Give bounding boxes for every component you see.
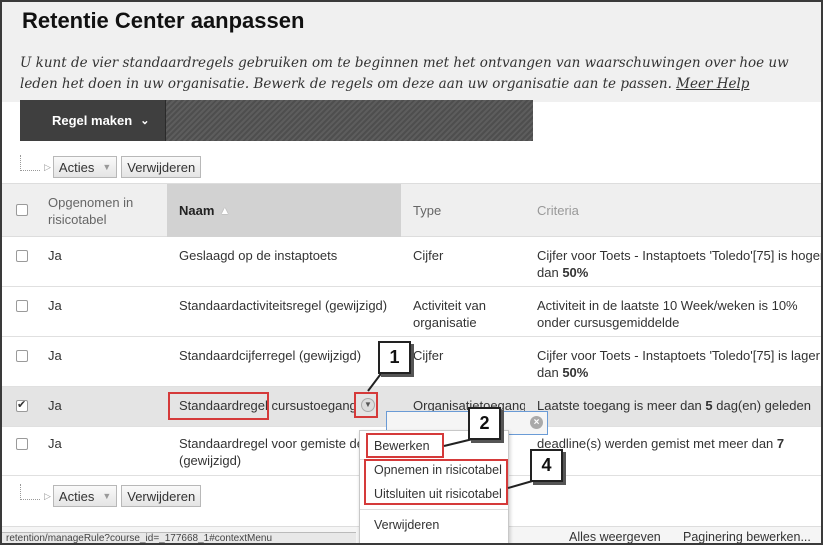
row-opgenomen: Ja	[48, 398, 62, 413]
criteria-text-post: dag(en) geleden	[712, 398, 811, 413]
col-opgenomen-line2: risicotabel	[48, 211, 107, 227]
app-window: Retentie Center aanpassen U kunt de vier…	[0, 0, 823, 545]
regel-maken-button[interactable]: Regel maken ⌄	[20, 100, 166, 141]
col-opgenomen-line1: Opgenomen in	[48, 194, 134, 210]
row-checkbox[interactable]	[16, 350, 28, 362]
chevron-down-icon: ▼	[102, 491, 112, 501]
list-actions-top: ▷ Acties ▼ Verwijderen	[20, 154, 205, 180]
criteria-text: dan	[537, 365, 563, 380]
callout-1: 1	[378, 341, 411, 374]
type-line2: organisatie	[413, 315, 477, 330]
menu-divider	[360, 509, 508, 510]
row-criteria: Cijfer voor Toets - Instaptoets 'Toledo'…	[537, 347, 821, 381]
col-naam[interactable]: Naam ▲	[167, 184, 401, 237]
callout-4: 4	[530, 449, 563, 482]
row-type: Activiteit van organisatie	[413, 297, 486, 331]
table-row: Ja Standaardcijferregel (gewijzigd) Cijf…	[2, 337, 821, 387]
table-row: Ja Geslaagd op de instaptoets Cijfer Cij…	[2, 237, 821, 287]
highlight-include-exclude	[364, 459, 508, 505]
criteria-text: Laatste toegang is meer dan	[537, 398, 706, 413]
menu-verwijderen[interactable]: Verwijderen	[374, 518, 439, 532]
highlight-rule-name	[168, 392, 269, 420]
row-type: Cijfer	[413, 248, 444, 263]
naam-line2: (gewijzigd)	[179, 453, 242, 468]
row-checkbox[interactable]	[16, 250, 28, 262]
chevron-down-icon: ⌄	[140, 115, 150, 127]
acties-label: Acties	[58, 488, 95, 504]
criteria-value: 50%	[562, 265, 589, 280]
intro-text: U kunt de vier standaardregels gebruiken…	[20, 53, 810, 95]
col-type[interactable]: Type	[413, 184, 523, 237]
action-bar: Regel maken ⌄	[20, 100, 533, 141]
verwijderen-label: Verwijderen	[127, 159, 196, 175]
alles-weergeven-link[interactable]: Alles weergeven	[569, 530, 661, 543]
col-type-label: Type	[413, 203, 442, 218]
acties-button-bottom[interactable]: Acties ▼	[52, 485, 118, 507]
regel-maken-label: Regel maken	[52, 113, 133, 128]
naam-line1: Standaardregel voor gemiste de	[179, 436, 359, 451]
criteria-value: 5	[705, 398, 713, 413]
arrow-right-icon: ▷	[44, 161, 51, 172]
page-header: Retentie Center aanpassen U kunt de vier…	[2, 2, 821, 102]
row-criteria: Activiteit in de laatste 10 Week/weken i…	[537, 297, 821, 331]
tree-connector-icon	[20, 484, 40, 500]
row-criteria: Cijfer voor Toets - Instaptoets 'Toledo'…	[537, 247, 823, 281]
criteria-line2: dan 50%	[537, 264, 821, 281]
acties-button-top[interactable]: Acties ▼	[52, 156, 118, 178]
row-checkbox[interactable]	[16, 300, 28, 312]
row-opgenomen: Ja	[48, 298, 62, 313]
row-opgenomen: Ja	[48, 248, 62, 263]
verwijderen-button-top[interactable]: Verwijderen	[121, 156, 202, 178]
criteria-line2: onder cursusgemiddelde	[537, 315, 680, 330]
row-criteria: Laatste toegang is meer dan 5 dag(en) ge…	[537, 397, 821, 414]
callout-2: 2	[468, 407, 501, 440]
row-criteria: deadline(s) werden gemist met meer dan 7	[537, 435, 821, 452]
criteria-line1: Cijfer voor Toets - Instaptoets 'Toledo'…	[537, 348, 820, 363]
row-checkbox-checked[interactable]	[16, 398, 28, 412]
row-opgenomen: Ja	[48, 436, 62, 451]
criteria-line2: dan 50%	[537, 364, 821, 381]
chevron-down-icon: ▼	[102, 162, 112, 172]
row-naam[interactable]: Geslaagd op de instaptoets	[179, 247, 337, 264]
table-header: Opgenomen in risicotabel Naam ▲ Type Cri…	[2, 183, 821, 237]
row-naam[interactable]: Standaardregel voor gemiste de (gewijzig…	[179, 435, 359, 469]
col-criteria-label: Criteria	[537, 203, 579, 218]
row-naam[interactable]: Standaardactiviteitsregel (gewijzigd)	[179, 297, 387, 314]
col-criteria: Criteria	[537, 184, 817, 237]
highlight-bewerken	[366, 433, 444, 458]
col-opgenomen[interactable]: Opgenomen in risicotabel	[48, 184, 166, 237]
table-row: Ja Standaardactiviteitsregel (gewijzigd)…	[2, 287, 821, 337]
sort-ascending-icon: ▲	[219, 204, 231, 217]
criteria-value: 7	[776, 436, 785, 451]
verwijderen-label: Verwijderen	[127, 488, 196, 504]
help-link[interactable]: Meer Help	[676, 76, 749, 92]
row-naam[interactable]: Standaardcijferregel (gewijzigd)	[179, 347, 361, 364]
select-all-checkbox[interactable]	[16, 204, 28, 216]
status-bar-url: retention/manageRule?course_id=_177668_1…	[2, 532, 356, 543]
criteria-text: deadline(s) werden gemist met meer dan	[537, 436, 777, 451]
highlight-chevron	[354, 392, 378, 418]
acties-label: Acties	[58, 159, 95, 175]
criteria-text: dan	[537, 265, 563, 280]
paginering-bewerken-link[interactable]: Paginering bewerken...	[683, 530, 811, 543]
intro-body: U kunt de vier standaardregels gebruiken…	[20, 55, 789, 92]
criteria-line1: Activiteit in de laatste 10 Week/weken i…	[537, 298, 798, 313]
criteria-line1: Cijfer voor Toets - Instaptoets 'Toledo'…	[537, 248, 823, 263]
tree-connector-icon	[20, 155, 40, 171]
row-checkbox[interactable]	[16, 438, 28, 450]
list-actions-bottom: ▷ Acties ▼ Verwijderen	[20, 483, 205, 509]
col-naam-label: Naam	[179, 203, 215, 218]
clear-icon[interactable]: ×	[530, 416, 543, 429]
row-type: Cijfer	[413, 348, 444, 363]
verwijderen-button-bottom[interactable]: Verwijderen	[121, 485, 202, 507]
page-title: Retentie Center aanpassen	[22, 8, 305, 33]
row-opgenomen: Ja	[48, 348, 62, 363]
arrow-right-icon: ▷	[44, 490, 51, 501]
type-line1: Activiteit van	[413, 298, 486, 313]
criteria-value: 50%	[562, 365, 589, 380]
